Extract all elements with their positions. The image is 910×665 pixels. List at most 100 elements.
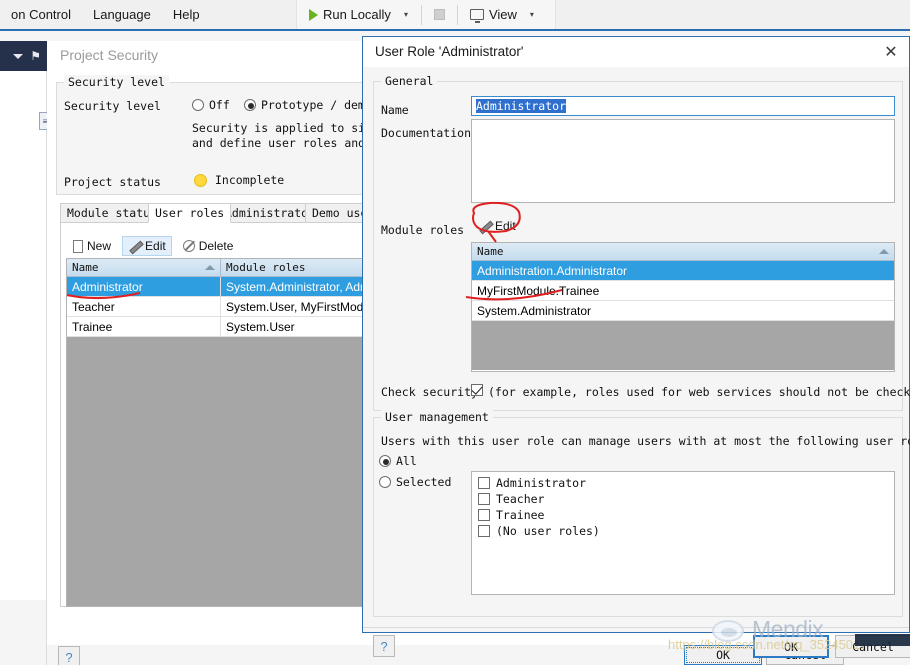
left-panel-body [0, 71, 47, 644]
delete-button-label: Delete [198, 239, 234, 253]
check-security-label: Check security [381, 385, 478, 399]
column-header-module-roles-label: Module roles [226, 261, 306, 274]
stop-button[interactable] [425, 6, 454, 23]
name-label: Name [381, 103, 409, 117]
user-management-description: Users with this user role can manage use… [381, 434, 910, 448]
column-header-name[interactable]: Name [472, 243, 894, 260]
checkbox-icon [478, 477, 490, 489]
sort-ascending-icon [879, 249, 889, 254]
edit-button-label: Edit [145, 239, 166, 253]
pencil-icon [478, 220, 491, 233]
table-row[interactable]: Administrator System.Administrator, Admi [67, 277, 365, 297]
check-security-note: (for example, roles used for web service… [488, 385, 910, 399]
watermark-url: https://blog.csdn.net/qq_35245017 [668, 637, 868, 652]
cell-module-roles: System.User [221, 317, 365, 336]
list-item[interactable]: MyFirstModule.Trainee [472, 281, 894, 301]
help-icon: ? [65, 649, 73, 665]
page-title: Project Security [60, 47, 159, 63]
table-row[interactable]: Trainee System.User [67, 317, 365, 337]
security-prototype-radio[interactable]: Prototype / demo [244, 98, 372, 112]
checkbox-item-trainee[interactable]: Trainee [478, 508, 544, 522]
user-management-all-label: All [396, 454, 417, 468]
new-button-label: New [87, 239, 112, 253]
tab-strip: Module status User roles Administrator D… [60, 203, 375, 223]
app-window: on Control Language Help Run Locally ▾ V… [0, 0, 910, 665]
documentation-textarea[interactable] [471, 119, 895, 203]
user-management-selected-radio[interactable]: Selected [379, 475, 451, 489]
radio-selected-icon [379, 476, 391, 488]
column-header-name[interactable]: Name [67, 259, 221, 276]
ban-icon [182, 240, 195, 252]
checkbox-item-teacher-label: Teacher [496, 492, 545, 506]
grid-toolbar: New Edit Delete [68, 236, 238, 256]
run-locally-label: Run Locally [323, 7, 391, 22]
status-dot-icon [194, 173, 207, 187]
new-button[interactable]: New [68, 237, 116, 255]
dialog-help-button[interactable]: ? [373, 635, 395, 657]
panel-chevron-down-icon[interactable] [13, 53, 24, 59]
toolbar-divider [420, 4, 422, 25]
radio-all-icon [379, 455, 391, 467]
list-item[interactable]: Administration.Administrator [472, 261, 894, 281]
security-off-radio[interactable]: Off [192, 98, 230, 112]
name-input[interactable]: Administrator [471, 96, 895, 116]
delete-button[interactable]: Delete [178, 237, 239, 255]
checkbox-item-trainee-label: Trainee [496, 508, 545, 522]
menu-language[interactable]: Language [82, 4, 162, 25]
help-button[interactable]: ? [58, 646, 80, 665]
documentation-label: Documentation [381, 126, 472, 140]
column-header-module-roles[interactable]: Module roles [221, 259, 365, 276]
page-icon [73, 239, 83, 253]
user-roles-checkbox-list: Administrator Teacher Trainee (No user r… [471, 471, 895, 595]
checkbox-item-administrator[interactable]: Administrator [478, 476, 586, 490]
radio-prototype-icon [244, 99, 256, 111]
cell-name: Administration.Administrator [477, 263, 628, 278]
user-management-selected-label: Selected [396, 475, 452, 489]
pin-icon[interactable]: ⚑ [30, 50, 41, 62]
security-level-field-label: Security level [64, 99, 161, 113]
module-roles-grid: Name Administration.Administrator MyFirs… [471, 242, 895, 372]
security-prototype-label: Prototype / demo [261, 98, 372, 112]
status-badge: Incomplete [194, 173, 284, 187]
close-icon[interactable]: ✕ [877, 41, 905, 63]
toolbar-bottom-accent [0, 29, 910, 31]
view-label: View [488, 7, 517, 22]
name-input-value: Administrator [476, 99, 567, 113]
view-chevron-down-icon[interactable]: ▾ [526, 10, 544, 19]
list-item[interactable]: System.Administrator [472, 301, 894, 321]
toolbar-divider-2 [456, 4, 458, 25]
tab-user-roles[interactable]: User roles [148, 203, 232, 223]
menu-help[interactable]: Help [162, 4, 211, 25]
user-management-all-radio[interactable]: All [379, 454, 417, 468]
checkbox-item-teacher[interactable]: Teacher [478, 492, 544, 506]
view-button[interactable]: View [461, 4, 526, 25]
check-security-checkbox[interactable] [471, 384, 483, 396]
menu-version-control[interactable]: on Control [0, 4, 82, 25]
menu-language-label: Language [92, 7, 151, 22]
tab-demo-users-label: Demo use [312, 206, 368, 220]
column-header-name-label: Name [477, 245, 504, 258]
cell-name: System.Administrator [477, 303, 592, 318]
sort-ascending-icon [205, 265, 215, 270]
run-locally-button[interactable]: Run Locally [300, 4, 400, 25]
table-row[interactable]: Teacher System.User, MyFirstModule [67, 297, 365, 317]
play-icon [309, 8, 318, 21]
left-panel-footer [0, 600, 47, 665]
user-role-dialog: User Role 'Administrator' ✕ General Name… [362, 36, 910, 658]
checkbox-icon [478, 525, 490, 537]
run-locally-chevron-down-icon[interactable]: ▾ [400, 10, 418, 19]
monitor-icon [469, 9, 484, 23]
security-description-line1: Security is applied to signi [192, 121, 386, 135]
cell-name: MyFirstModule.Trainee [477, 283, 600, 298]
menu-help-label: Help [172, 7, 200, 22]
edit-button[interactable]: Edit [122, 236, 172, 256]
watermark-smudge [855, 634, 910, 646]
dialog-footer-divider [363, 627, 909, 628]
tab-module-status-label: Module status [67, 206, 158, 220]
module-roles-edit-button[interactable]: Edit [473, 217, 521, 235]
general-line-right [435, 81, 903, 82]
menu-version-control-label: on Control [11, 7, 71, 22]
dialog-body: General Name Administrator Documentation… [363, 67, 910, 658]
checkbox-item-no-user-roles[interactable]: (No user roles) [478, 524, 600, 538]
column-header-name-label: Name [72, 261, 99, 274]
